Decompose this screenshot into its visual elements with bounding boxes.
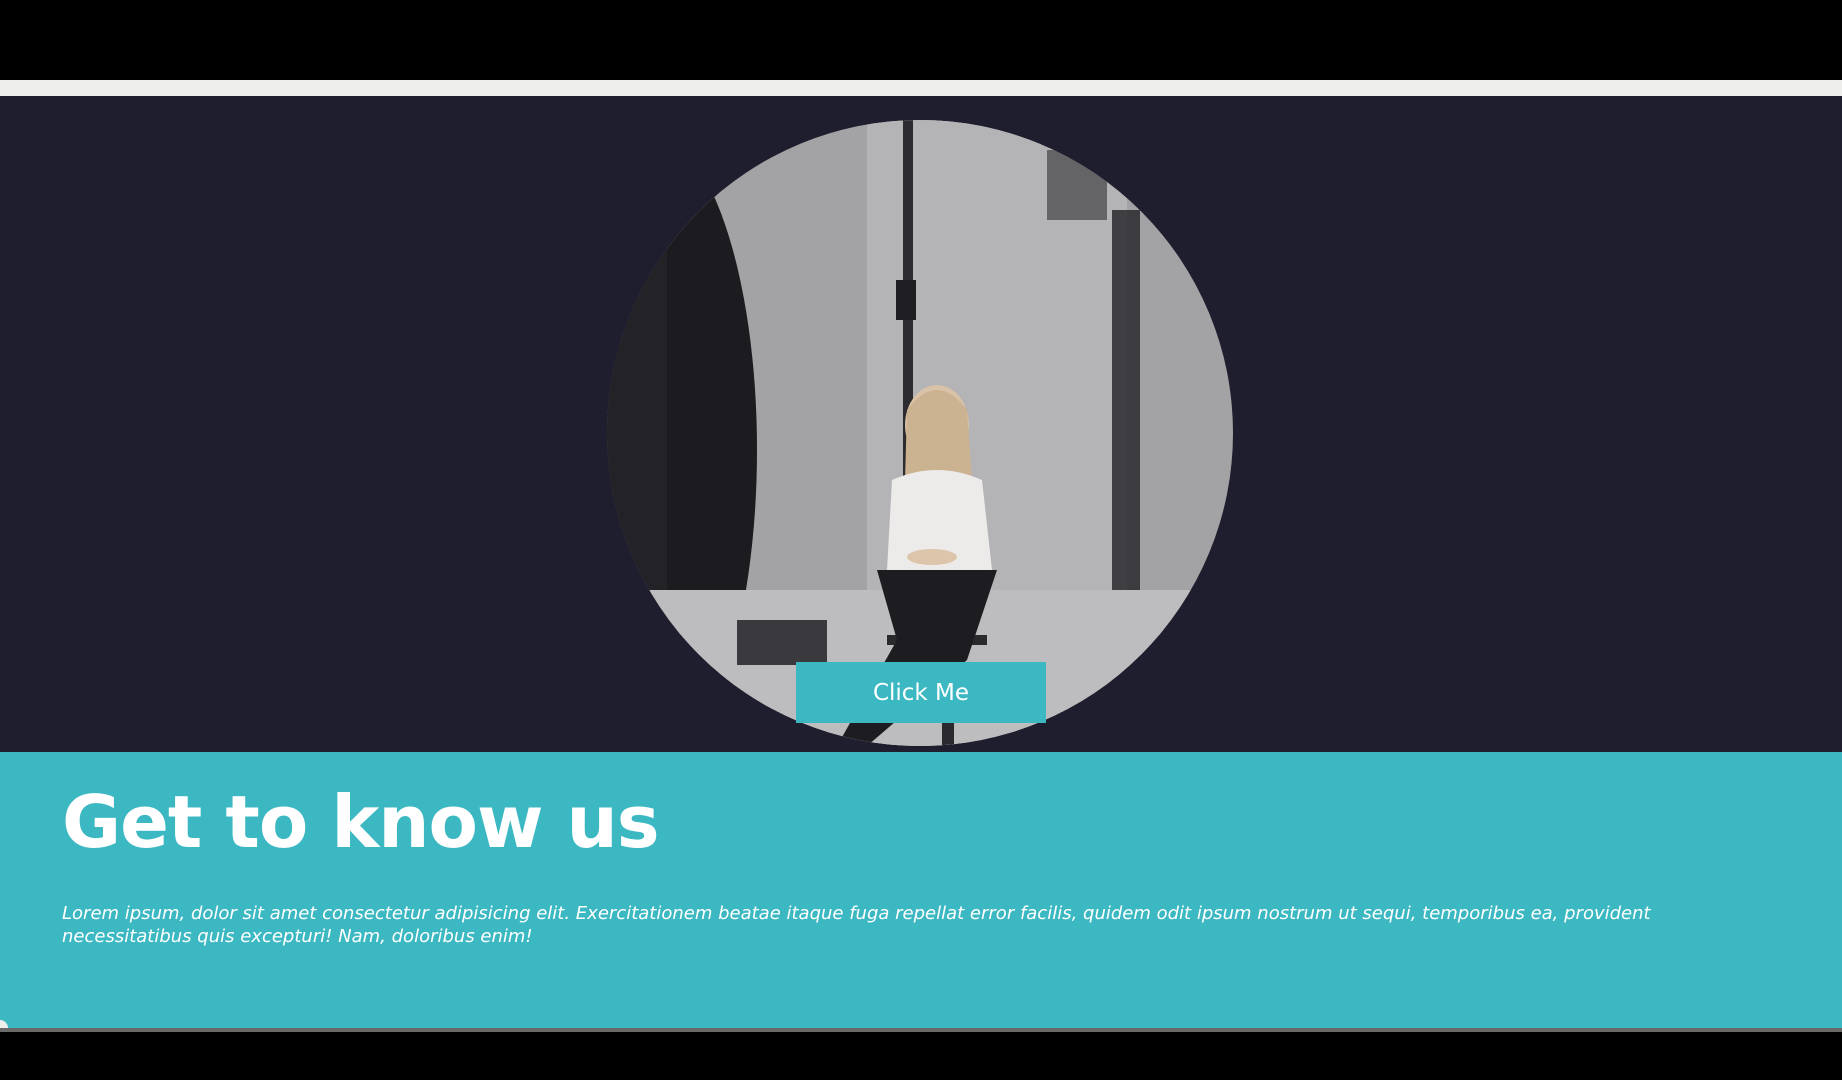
hero-section: Click Me (0, 96, 1842, 752)
about-section: Get to know us Lorem ipsum, dolor sit am… (0, 752, 1842, 1028)
about-title: Get to know us (62, 780, 660, 864)
bottom-divider (0, 1028, 1842, 1032)
about-paragraph: Lorem ipsum, dolor sit amet consectetur … (62, 903, 1651, 947)
click-me-button[interactable]: Click Me (796, 662, 1046, 723)
top-divider (0, 80, 1842, 96)
browser-viewport: Click Me Get to know us Lorem ipsum, dol… (0, 0, 1842, 1080)
studio-photo (607, 120, 1233, 746)
studio-photo-illustration (607, 120, 1233, 746)
